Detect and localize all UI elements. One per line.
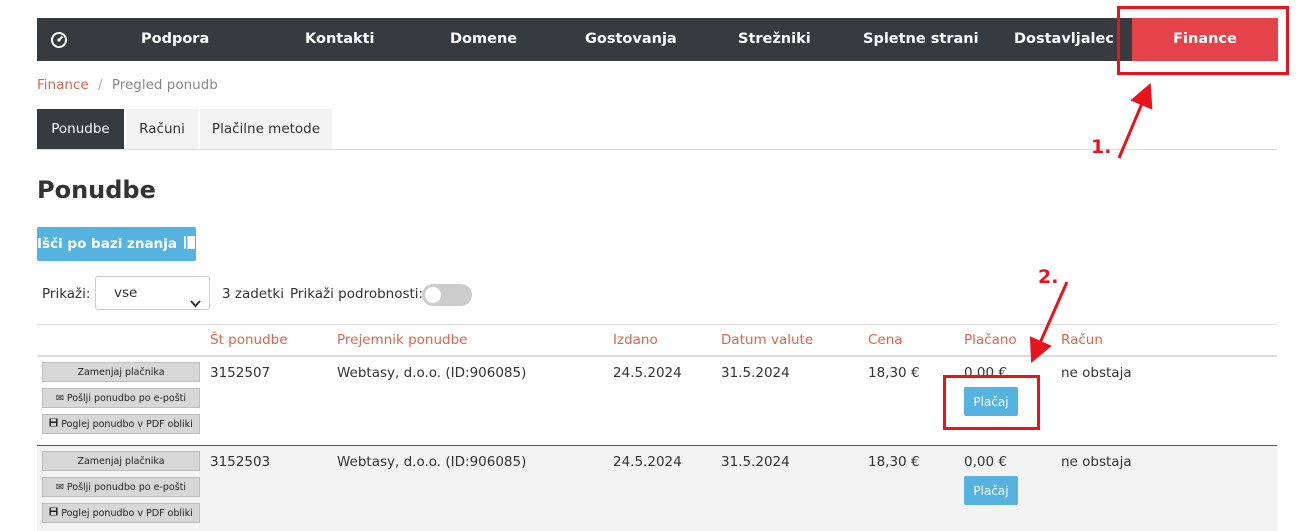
annotation-arrows [1029,82,1153,363]
annotation-step-1: 1. [1091,136,1112,158]
arrow-to-finance [1117,82,1153,159]
arrow-to-pay [1029,281,1069,363]
annotation-step-2: 2. [1038,266,1059,288]
